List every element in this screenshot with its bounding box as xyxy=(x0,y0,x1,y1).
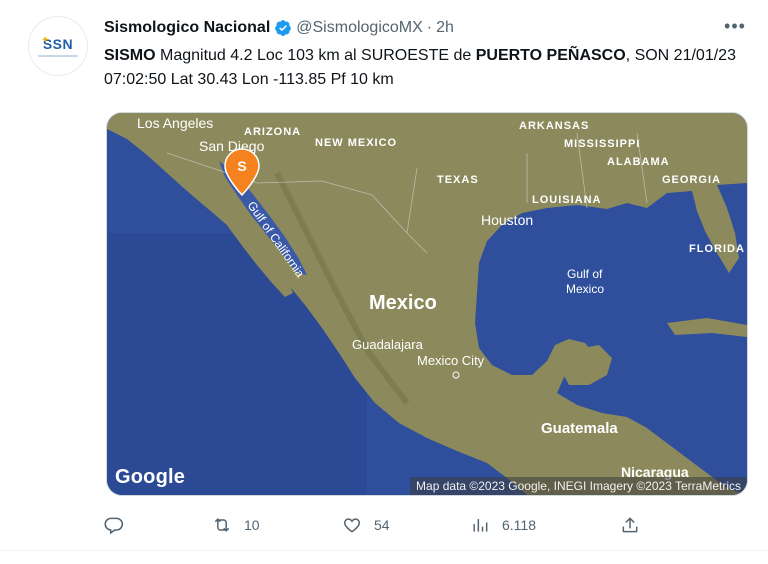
views-count: 6.118 xyxy=(502,517,536,533)
retweet-count: 10 xyxy=(244,517,260,533)
more-icon[interactable]: ••• xyxy=(722,16,748,40)
map-label-texas: TEXAS xyxy=(437,174,479,186)
views-button[interactable]: 6.118 xyxy=(470,510,536,540)
map-label-georgia: GEORGIA xyxy=(662,174,721,186)
account-handle[interactable]: @SismologicoMX xyxy=(296,19,423,37)
map-image[interactable]: Los Angeles ARIZONA NEW MEXICO San Diego… xyxy=(106,112,748,496)
map-label-los-angeles: Los Angeles xyxy=(137,115,213,131)
avatar-star-icon: ✦ xyxy=(41,35,50,46)
map-label-gulf-of-mexico-line1: Gulf of xyxy=(567,267,603,281)
map-label-gulf-of-mexico-line2: Mexico xyxy=(566,282,604,296)
verified-icon xyxy=(275,20,292,36)
map-label-alabama: ALABAMA xyxy=(607,156,670,168)
map-label-florida: FLORIDA xyxy=(689,243,745,255)
account-name[interactable]: Sismologico Nacional xyxy=(104,19,270,37)
map-label-mexico: Mexico xyxy=(369,292,437,314)
avatar[interactable]: ✦ SSN xyxy=(28,16,88,76)
tweet-text-part-1: Magnitud 4.2 Loc 103 km al SUROESTE de xyxy=(155,47,476,64)
tweet[interactable]: ✦ SSN Sismologico Nacional @SismologicoM… xyxy=(0,0,768,551)
tweet-text: SISMO Magnitud 4.2 Loc 103 km al SUROEST… xyxy=(104,44,744,92)
map-label-houston: Houston xyxy=(481,212,533,228)
share-button[interactable] xyxy=(620,510,640,540)
reply-button[interactable] xyxy=(104,510,136,540)
tweet-header: Sismologico Nacional @SismologicoMX · 2h xyxy=(104,17,454,39)
retweet-button[interactable]: 10 xyxy=(212,510,260,540)
avatar-logo-line xyxy=(38,54,78,57)
map-label-guatemala: Guatemala xyxy=(541,420,618,437)
views-icon xyxy=(473,519,488,532)
share-icon xyxy=(622,517,638,533)
tweet-timestamp[interactable]: 2h xyxy=(436,19,454,37)
map-attribution: Map data ©2023 Google, INEGI Imagery ©20… xyxy=(410,477,747,495)
map-label-guadalajara: Guadalajara xyxy=(352,337,424,352)
like-button[interactable]: 54 xyxy=(342,510,390,540)
separator-dot: · xyxy=(426,19,433,36)
tweet-actions: 10 54 6.118 xyxy=(104,510,664,540)
map-label-arkansas: ARKANSAS xyxy=(519,120,589,132)
map-svg: Los Angeles ARIZONA NEW MEXICO San Diego… xyxy=(107,113,747,495)
retweet-icon xyxy=(214,518,230,532)
earthquake-marker-label: S xyxy=(237,158,246,174)
google-logo: Google xyxy=(115,466,186,488)
map-label-arizona: ARIZONA xyxy=(244,126,301,138)
map-label-mexico-city: Mexico City xyxy=(417,353,485,368)
map-label-louisiana: LOUISIANA xyxy=(532,194,602,206)
reply-icon xyxy=(104,517,124,535)
map-label-mississippi: MISSISSIPPI xyxy=(564,138,640,150)
like-count: 54 xyxy=(374,517,390,533)
tweet-bold-lead: SISMO xyxy=(104,47,156,64)
like-icon xyxy=(343,518,361,533)
map-label-new-mexico: NEW MEXICO xyxy=(315,137,397,149)
tweet-bold-place: PUERTO PEÑASCO xyxy=(475,47,626,64)
